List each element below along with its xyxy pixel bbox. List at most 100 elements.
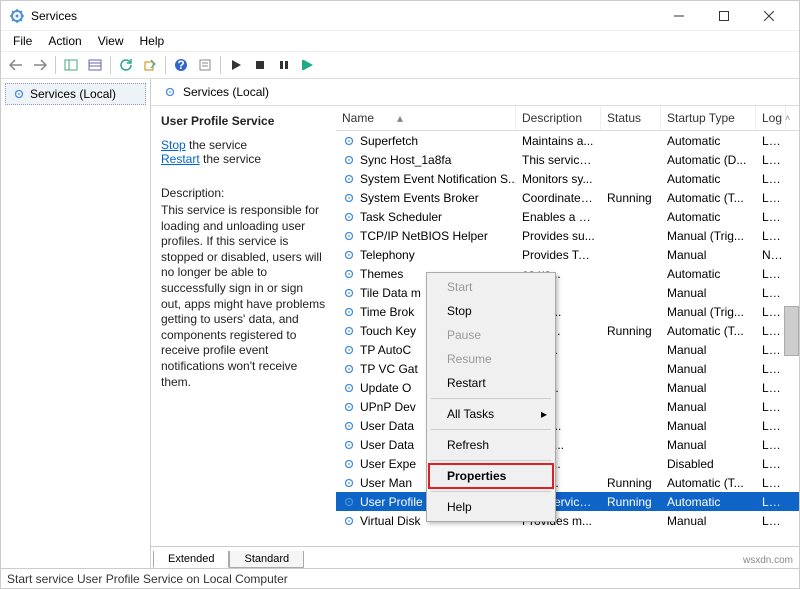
tree-item-label: Services (Local) <box>30 87 116 101</box>
restart-link[interactable]: Restart <box>161 152 200 166</box>
service-startup: Automatic (T... <box>661 190 756 206</box>
col-header-status[interactable]: Status <box>601 106 661 130</box>
export-button[interactable] <box>139 54 161 76</box>
service-logon: Loc <box>756 342 786 358</box>
service-logon: Loc <box>756 209 786 225</box>
help-button[interactable]: ? <box>170 54 192 76</box>
tree-item-services-local[interactable]: Services (Local) <box>5 83 146 105</box>
table-row[interactable]: Touch Keys Tou...RunningAutomatic (T...L… <box>336 321 799 340</box>
col-header-description[interactable]: Description <box>516 106 601 130</box>
menu-help[interactable]: Help <box>132 32 173 50</box>
table-row[interactable]: User Mananag...RunningAutomatic (T...Loc <box>336 473 799 492</box>
show-hide-tree-button[interactable] <box>60 54 82 76</box>
context-menu-refresh[interactable]: Refresh <box>429 433 553 457</box>
back-button[interactable] <box>5 54 27 76</box>
forward-button[interactable] <box>29 54 51 76</box>
service-logon: Loc <box>756 285 786 301</box>
tab-extended[interactable]: Extended <box>153 551 229 568</box>
context-menu-help[interactable]: Help <box>429 495 553 519</box>
restart-service-button[interactable] <box>297 54 319 76</box>
close-button[interactable] <box>746 1 791 31</box>
minimize-button[interactable] <box>656 1 701 31</box>
table-row[interactable]: Task SchedulerEnables a us...AutomaticLo… <box>336 207 799 226</box>
properties-button[interactable] <box>194 54 216 76</box>
service-status <box>601 273 661 275</box>
service-name: Tile Data m <box>360 286 421 300</box>
gear-icon <box>342 172 356 186</box>
statusbar: Start service User Profile Service on Lo… <box>1 568 799 588</box>
table-row[interactable]: User Expees su...DisabledLoc <box>336 454 799 473</box>
stop-link[interactable]: Stop <box>161 138 186 152</box>
stop-service-button[interactable] <box>249 54 271 76</box>
service-startup: Automatic (D... <box>661 152 756 168</box>
gear-icon <box>342 362 356 376</box>
service-name: Time Brok <box>360 305 414 319</box>
table-row[interactable]: Sync Host_1a8faThis service ...Automatic… <box>336 150 799 169</box>
svg-text:?: ? <box>177 58 184 72</box>
table-row[interactable]: User Dataes sto...ManualLoc <box>336 435 799 454</box>
service-logon: Loc <box>756 475 786 491</box>
tab-standard[interactable]: Standard <box>229 551 304 568</box>
table-row[interactable]: User Profile ServiceThis service ...Runn… <box>336 492 799 511</box>
table-row[interactable]: Tile Data mver f...ManualLoc <box>336 283 799 302</box>
menu-file[interactable]: File <box>5 32 40 50</box>
service-startup: Manual <box>661 247 756 263</box>
col-header-startup[interactable]: Startup Type <box>661 106 756 130</box>
table-row[interactable]: TP AutoCint .p...ManualLoc <box>336 340 799 359</box>
service-status <box>601 235 661 237</box>
table-row[interactable]: TP VC Gatint c...ManualLoc <box>336 359 799 378</box>
context-menu: StartStopPauseResumeRestartAll Tasks▸Ref… <box>426 272 556 522</box>
table-row[interactable]: Virtual DiskProvides m...ManualLoc <box>336 511 799 530</box>
service-startup: Manual <box>661 285 756 301</box>
service-name: Themes <box>360 267 403 281</box>
service-startup: Disabled <box>661 456 756 472</box>
maximize-button[interactable] <box>701 1 746 31</box>
gear-icon <box>342 343 356 357</box>
start-service-button[interactable] <box>225 54 247 76</box>
service-status <box>601 520 661 522</box>
service-startup: Automatic <box>661 266 756 282</box>
service-status <box>601 292 661 294</box>
col-header-logon[interactable]: Log ˄ <box>756 106 786 130</box>
table-row[interactable]: User Dataes ap...ManualLoc <box>336 416 799 435</box>
description-header: Description: <box>161 186 326 200</box>
gear-icon <box>342 419 356 433</box>
service-name: TP AutoC <box>360 343 411 357</box>
col-header-name[interactable]: Name▴ <box>336 106 516 130</box>
table-row[interactable]: SuperfetchMaintains a...AutomaticLoc <box>336 131 799 150</box>
context-menu-stop[interactable]: Stop <box>429 299 553 323</box>
gear-icon <box>342 324 356 338</box>
scrollbar-thumb[interactable] <box>784 306 799 356</box>
service-name: Update O <box>360 381 411 395</box>
table-row[interactable]: UPnP DevUPn...ManualLoc <box>336 397 799 416</box>
context-menu-all-tasks[interactable]: All Tasks▸ <box>429 402 553 426</box>
table-row[interactable]: System Events BrokerCoordinates...Runnin… <box>336 188 799 207</box>
table-row[interactable]: Update Oes W...ManualLoc <box>336 378 799 397</box>
refresh-button[interactable] <box>115 54 137 76</box>
details-button[interactable] <box>84 54 106 76</box>
gear-icon <box>342 210 356 224</box>
context-menu-separator <box>431 460 551 461</box>
list-body[interactable]: SuperfetchMaintains a...AutomaticLocSync… <box>336 131 799 545</box>
table-row[interactable]: Themeses us...AutomaticLoc <box>336 264 799 283</box>
pause-service-button[interactable] <box>273 54 295 76</box>
service-desc: This service ... <box>516 152 601 168</box>
menu-view[interactable]: View <box>90 32 132 50</box>
service-status <box>601 425 661 427</box>
table-row[interactable]: Time Broknates...Manual (Trig...Loc <box>336 302 799 321</box>
table-row[interactable]: TelephonyProvides Tel...ManualNet <box>336 245 799 264</box>
chevron-right-icon: ▸ <box>541 407 547 421</box>
service-status <box>601 387 661 389</box>
context-menu-restart[interactable]: Restart <box>429 371 553 395</box>
context-menu-properties[interactable]: Properties <box>429 464 553 488</box>
service-startup: Manual (Trig... <box>661 304 756 320</box>
context-menu-separator <box>431 429 551 430</box>
service-startup: Automatic <box>661 494 756 510</box>
table-row[interactable]: System Event Notification S...Monitors s… <box>336 169 799 188</box>
service-status: Running <box>601 190 661 206</box>
service-status <box>601 463 661 465</box>
table-row[interactable]: TCP/IP NetBIOS HelperProvides su...Manua… <box>336 226 799 245</box>
service-status <box>601 406 661 408</box>
service-name: User Expe <box>360 457 416 471</box>
menu-action[interactable]: Action <box>40 32 89 50</box>
